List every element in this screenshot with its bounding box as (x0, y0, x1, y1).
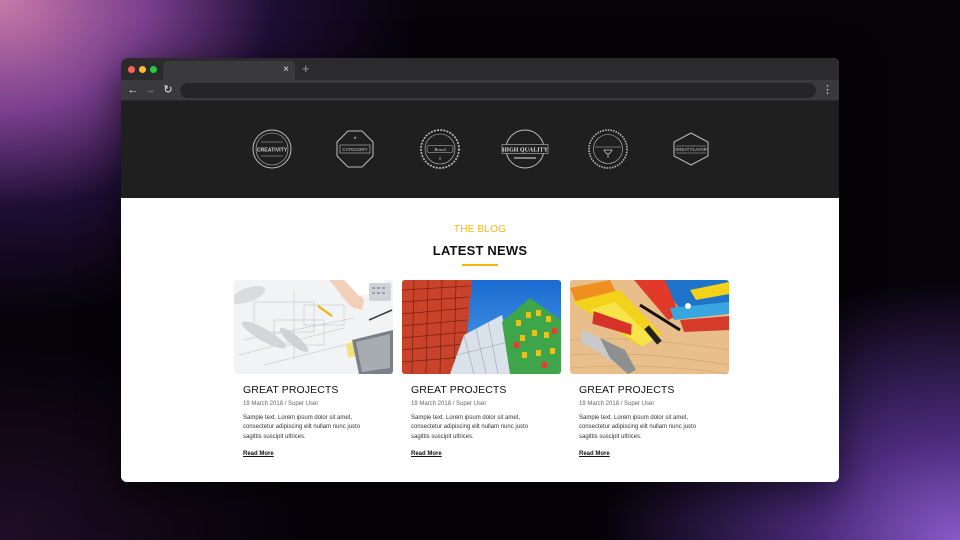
blog-card: GREAT PROJECTS 19 March 2018 / Super Use… (234, 280, 394, 470)
new-tab-button[interactable]: + (302, 61, 310, 77)
read-more-link[interactable]: Read More (411, 451, 442, 457)
address-bar[interactable] (180, 83, 816, 98)
hexagon-badge-logo: GREAT FLAVOR (673, 132, 709, 166)
browser-menu-icon[interactable]: ⋮ (822, 82, 833, 98)
svg-text:✕: ✕ (438, 156, 441, 161)
svg-text:Brand: Brand (434, 147, 446, 152)
wine-badge-logo (588, 129, 628, 169)
browser-tab[interactable]: × (163, 61, 295, 80)
blueprint-drawing-photo[interactable] (234, 280, 393, 374)
post-excerpt: Sample text. Lorem ipsum dolor sit amet,… (243, 415, 361, 440)
svg-text:HIGH QUALITY: HIGH QUALITY (502, 148, 549, 154)
section-eyebrow: THE BLOG (453, 224, 507, 235)
blog-card: GREAT PROJECTS 19 March 2018 / Super Use… (570, 280, 730, 470)
svg-text:CATEGORY: CATEGORY (342, 147, 367, 152)
creativity-badge-logo: CREATIVITY (252, 129, 292, 169)
post-title[interactable]: GREAT PROJECTS (579, 384, 730, 396)
post-title[interactable]: GREAT PROJECTS (411, 384, 562, 396)
colorful-buildings-photo[interactable] (402, 280, 561, 374)
octagon-badge-logo: CATEGORY ★ (336, 130, 374, 168)
post-excerpt: Sample text. Lorem ipsum dolor sit amet,… (411, 415, 529, 440)
browser-window: × + ← → ↻ ⋮ CREATIVITY CATEGORY ★ Brand … (121, 58, 839, 482)
minimize-window-button[interactable] (139, 66, 146, 73)
post-meta: 19 March 2018 / Super User (243, 401, 319, 407)
svg-text:CREATIVITY: CREATIVITY (257, 148, 288, 154)
blog-card: GREAT PROJECTS 19 March 2018 / Super Use… (402, 280, 562, 470)
title-underline (462, 264, 498, 266)
blog-section: THE BLOG LATEST NEWS GREAT PROJECTS 19 M… (121, 198, 839, 482)
post-title[interactable]: GREAT PROJECTS (243, 384, 394, 396)
post-meta: 19 March 2018 / Super User (411, 401, 487, 407)
read-more-link[interactable]: Read More (579, 451, 610, 457)
browser-tab-bar: × + (121, 58, 839, 80)
tools-on-wood-photo[interactable] (570, 280, 729, 374)
section-title: LATEST NEWS (432, 243, 528, 258)
close-tab-icon[interactable]: × (283, 63, 289, 77)
close-window-button[interactable] (128, 66, 135, 73)
seal-badge-logo: Brand ✕ (420, 129, 460, 169)
browser-toolbar: ← → ↻ ⋮ (121, 80, 839, 101)
svg-text:GREAT FLAVOR: GREAT FLAVOR (675, 147, 707, 152)
post-meta: 19 March 2018 / Super User (579, 401, 655, 407)
reload-icon[interactable]: ↻ (161, 82, 175, 98)
back-icon[interactable]: ← (126, 82, 140, 98)
post-excerpt: Sample text. Lorem ipsum dolor sit amet,… (579, 415, 697, 440)
maximize-window-button[interactable] (150, 66, 157, 73)
high-quality-badge-logo: HIGH QUALITY (501, 129, 549, 169)
client-logos-band: CREATIVITY CATEGORY ★ Brand ✕ HIGH QUALI… (121, 101, 839, 198)
read-more-link[interactable]: Read More (243, 451, 274, 457)
svg-text:★: ★ (353, 135, 357, 140)
forward-icon[interactable]: → (143, 82, 157, 98)
